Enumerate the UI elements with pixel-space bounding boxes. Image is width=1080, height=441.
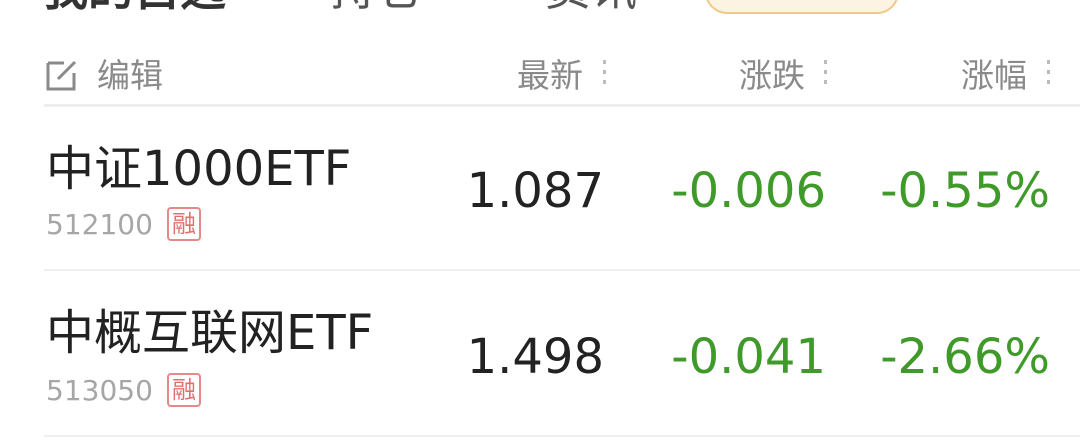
latest-price: 1.498: [466, 329, 604, 385]
tab-pill-button[interactable]: [705, 0, 899, 14]
col-header-pct[interactable]: 涨幅: [961, 54, 1027, 98]
margin-badge: 融: [167, 373, 201, 407]
tab-holdings[interactable]: 持仓: [330, 0, 422, 12]
fund-name: 中证1000ETF: [46, 141, 352, 197]
price-change: -0.041: [671, 329, 826, 385]
percent-change: -2.66%: [880, 329, 1050, 385]
fund-code: 512100: [46, 208, 153, 241]
table-row[interactable]: 中证1000ETF 512100 融 1.087 -0.006 -0.55%: [0, 107, 1080, 271]
sort-icon[interactable]: [824, 60, 828, 90]
price-change: -0.006: [671, 163, 826, 219]
latest-price: 1.087: [466, 163, 604, 219]
sort-icon[interactable]: [603, 60, 607, 90]
margin-badge: 融: [167, 207, 201, 241]
percent-change: -0.55%: [880, 163, 1050, 219]
edit-icon[interactable]: [44, 57, 80, 93]
fund-code: 513050: [46, 374, 153, 407]
tab-my-watchlist[interactable]: 我的自选: [42, 0, 226, 12]
tab-news[interactable]: 资讯: [545, 0, 637, 12]
col-header-change[interactable]: 涨跌: [739, 54, 805, 98]
top-tabs: 我的自选 持仓 资讯: [0, 0, 1080, 20]
fund-name: 中概互联网ETF: [46, 305, 374, 361]
edit-button[interactable]: 编辑: [97, 54, 163, 98]
col-header-latest[interactable]: 最新: [517, 54, 583, 98]
table-row[interactable]: 中概互联网ETF 513050 融 1.498 -0.041 -2.66%: [0, 271, 1080, 435]
divider: [44, 435, 1080, 437]
sort-icon[interactable]: [1047, 60, 1051, 90]
list-header: 编辑 最新 涨跌 涨幅: [0, 50, 1080, 104]
